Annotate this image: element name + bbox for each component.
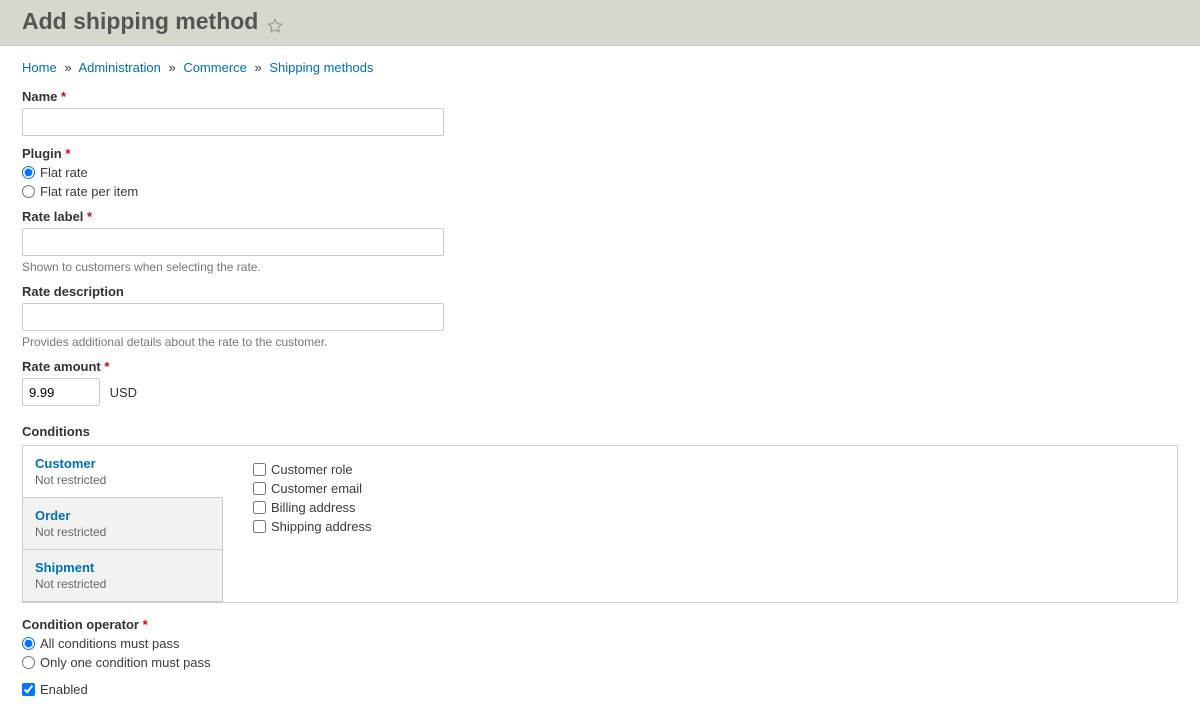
plugin-flat-rate-per-item-label[interactable]: Flat rate per item <box>40 184 138 199</box>
condition-customer-email-checkbox[interactable] <box>253 482 266 495</box>
tab-title: Customer <box>35 456 210 471</box>
page-header: Add shipping method <box>0 0 1200 46</box>
rate-description-description: Provides additional details about the ra… <box>22 335 1178 349</box>
rate-description-input[interactable] <box>22 303 444 331</box>
tab-title: Order <box>35 508 210 523</box>
condition-operator-all-radio[interactable] <box>22 637 35 650</box>
condition-billing-address-label[interactable]: Billing address <box>271 500 356 515</box>
rate-amount-label: Rate amount * <box>22 359 1178 374</box>
conditions-tab-customer[interactable]: Customer Not restricted <box>23 446 223 498</box>
breadcrumb-separator: » <box>255 60 262 75</box>
enabled-checkbox[interactable] <box>22 683 35 696</box>
breadcrumb-commerce[interactable]: Commerce <box>183 60 247 75</box>
condition-customer-role-checkbox[interactable] <box>253 463 266 476</box>
condition-customer-role-label[interactable]: Customer role <box>271 462 353 477</box>
condition-billing-address-checkbox[interactable] <box>253 501 266 514</box>
tab-title: Shipment <box>35 560 210 575</box>
plugin-flat-rate-radio[interactable] <box>22 166 35 179</box>
conditions-tabs: Customer Not restricted Order Not restri… <box>23 446 223 602</box>
plugin-flat-rate-label[interactable]: Flat rate <box>40 165 88 180</box>
plugin-label: Plugin * <box>22 146 1178 161</box>
condition-operator-label: Condition operator * <box>22 617 1178 632</box>
condition-operator-one-radio[interactable] <box>22 656 35 669</box>
rate-label-description: Shown to customers when selecting the ra… <box>22 260 1178 274</box>
breadcrumb-home[interactable]: Home <box>22 60 57 75</box>
rate-label-label: Rate label * <box>22 209 1178 224</box>
conditions-label: Conditions <box>22 424 1178 439</box>
condition-customer-email-label[interactable]: Customer email <box>271 481 362 496</box>
enabled-label[interactable]: Enabled <box>40 682 88 697</box>
tab-summary: Not restricted <box>35 473 210 487</box>
name-input[interactable] <box>22 108 444 136</box>
rate-label-input[interactable] <box>22 228 444 256</box>
tab-summary: Not restricted <box>35 577 210 591</box>
star-outline-icon[interactable] <box>266 17 284 35</box>
rate-amount-currency: USD <box>110 385 137 400</box>
condition-shipping-address-label[interactable]: Shipping address <box>271 519 371 534</box>
plugin-flat-rate-per-item-radio[interactable] <box>22 185 35 198</box>
condition-operator-one-label[interactable]: Only one condition must pass <box>40 655 211 670</box>
name-label: Name * <box>22 89 1178 104</box>
breadcrumb-separator: » <box>64 60 71 75</box>
rate-description-label: Rate description <box>22 284 1178 299</box>
page-title: Add shipping method <box>22 8 258 35</box>
rate-amount-input[interactable] <box>22 378 100 406</box>
condition-operator-all-label[interactable]: All conditions must pass <box>40 636 179 651</box>
breadcrumb-shipping-methods[interactable]: Shipping methods <box>269 60 373 75</box>
conditions-tab-content: Customer role Customer email Billing add… <box>223 446 1177 602</box>
breadcrumb: Home » Administration » Commerce » Shipp… <box>22 60 1178 75</box>
condition-shipping-address-checkbox[interactable] <box>253 520 266 533</box>
conditions-tab-shipment[interactable]: Shipment Not restricted <box>23 550 222 602</box>
tab-summary: Not restricted <box>35 525 210 539</box>
conditions-tab-order[interactable]: Order Not restricted <box>23 498 222 550</box>
breadcrumb-separator: » <box>168 60 175 75</box>
breadcrumb-administration[interactable]: Administration <box>78 60 160 75</box>
conditions-box: Customer Not restricted Order Not restri… <box>22 445 1178 603</box>
